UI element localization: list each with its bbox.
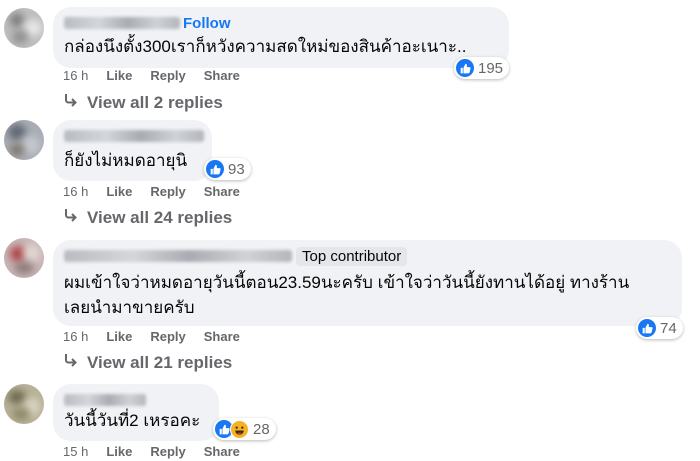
reply-button[interactable]: Reply xyxy=(150,329,185,344)
view-replies-link[interactable]: View all 2 replies xyxy=(63,92,223,113)
view-replies-link[interactable]: View all 21 replies xyxy=(63,352,232,373)
view-replies-label: View all 2 replies xyxy=(87,92,223,112)
avatar[interactable] xyxy=(4,238,44,278)
reaction-summary[interactable]: 28 xyxy=(213,418,276,440)
comment-text: เลยนำมาขายครับ xyxy=(64,298,195,317)
like-icon xyxy=(638,319,656,337)
comment-bubble: ก็ยังไม่หมดอายุนิ xyxy=(53,120,212,181)
share-button[interactable]: Share xyxy=(204,329,240,344)
reaction-count: 93 xyxy=(228,160,245,178)
timestamp[interactable]: 16 h xyxy=(63,184,88,199)
like-button[interactable]: Like xyxy=(106,184,132,199)
reaction-count: 74 xyxy=(660,319,677,337)
view-replies-label: View all 21 replies xyxy=(87,352,233,372)
comment-bubble: วันนี้วันที่2 เหรอคะ xyxy=(53,384,219,441)
comment-actions: 16 h Like Reply Share xyxy=(63,329,240,344)
avatar[interactable] xyxy=(4,120,44,160)
comment-text: กล่องนึงตั้ง300เราก็หวังความสดใหม่ของสิน… xyxy=(64,37,467,56)
reply-button[interactable]: Reply xyxy=(150,184,185,199)
share-button[interactable]: Share xyxy=(204,184,240,199)
comment-actions: 16 h Like Reply Share xyxy=(63,68,240,83)
comment-actions: 16 h Like Reply Share xyxy=(63,184,240,199)
comment-bubble: Top contributor ผมเข้าใจว่าหมดอายุวันนี้… xyxy=(53,240,682,326)
reply-arrow-icon xyxy=(63,92,79,113)
timestamp[interactable]: 16 h xyxy=(63,329,88,344)
comment-text: ผมเข้าใจว่าหมดอายุวันนี้ตอน23.59นะครับ เ… xyxy=(64,273,630,292)
reply-button[interactable]: Reply xyxy=(150,444,185,459)
reaction-summary[interactable]: 74 xyxy=(636,317,683,339)
view-replies-label: View all 24 replies xyxy=(87,207,233,227)
comment-bubble: Follow กล่องนึงตั้ง300เราก็หวังความสดใหม… xyxy=(53,7,509,68)
like-button[interactable]: Like xyxy=(106,444,132,459)
comment-thread: Follow กล่องนึงตั้ง300เราก็หวังความสดใหม… xyxy=(0,0,700,461)
follow-button[interactable]: Follow xyxy=(183,15,231,32)
reply-button[interactable]: Reply xyxy=(150,68,185,83)
timestamp[interactable]: 15 h xyxy=(63,444,88,459)
reaction-count: 195 xyxy=(478,59,504,77)
share-button[interactable]: Share xyxy=(204,68,240,83)
author-name[interactable] xyxy=(64,17,180,29)
author-name[interactable] xyxy=(64,130,204,142)
avatar[interactable] xyxy=(4,384,44,424)
avatar[interactable] xyxy=(4,8,44,48)
comment-text: ก็ยังไม่หมดอายุนิ xyxy=(64,151,188,170)
view-replies-link[interactable]: View all 24 replies xyxy=(63,207,232,228)
comment-actions: 15 h Like Reply Share xyxy=(63,444,240,459)
reaction-summary[interactable]: 93 xyxy=(204,158,251,180)
author-name[interactable] xyxy=(64,394,146,406)
like-icon xyxy=(456,59,474,77)
reaction-count: 28 xyxy=(253,420,270,438)
like-button[interactable]: Like xyxy=(106,68,132,83)
haha-icon xyxy=(230,419,249,439)
reply-arrow-icon xyxy=(63,352,79,373)
top-contributor-badge: Top contributor xyxy=(296,246,408,266)
share-button[interactable]: Share xyxy=(204,444,240,459)
reply-arrow-icon xyxy=(63,207,79,228)
author-name[interactable] xyxy=(64,250,292,262)
reaction-summary[interactable]: 195 xyxy=(454,57,510,79)
timestamp[interactable]: 16 h xyxy=(63,68,88,83)
comment-text: วันนี้วันที่2 เหรอคะ xyxy=(64,411,201,430)
like-icon xyxy=(206,160,224,178)
like-button[interactable]: Like xyxy=(106,329,132,344)
